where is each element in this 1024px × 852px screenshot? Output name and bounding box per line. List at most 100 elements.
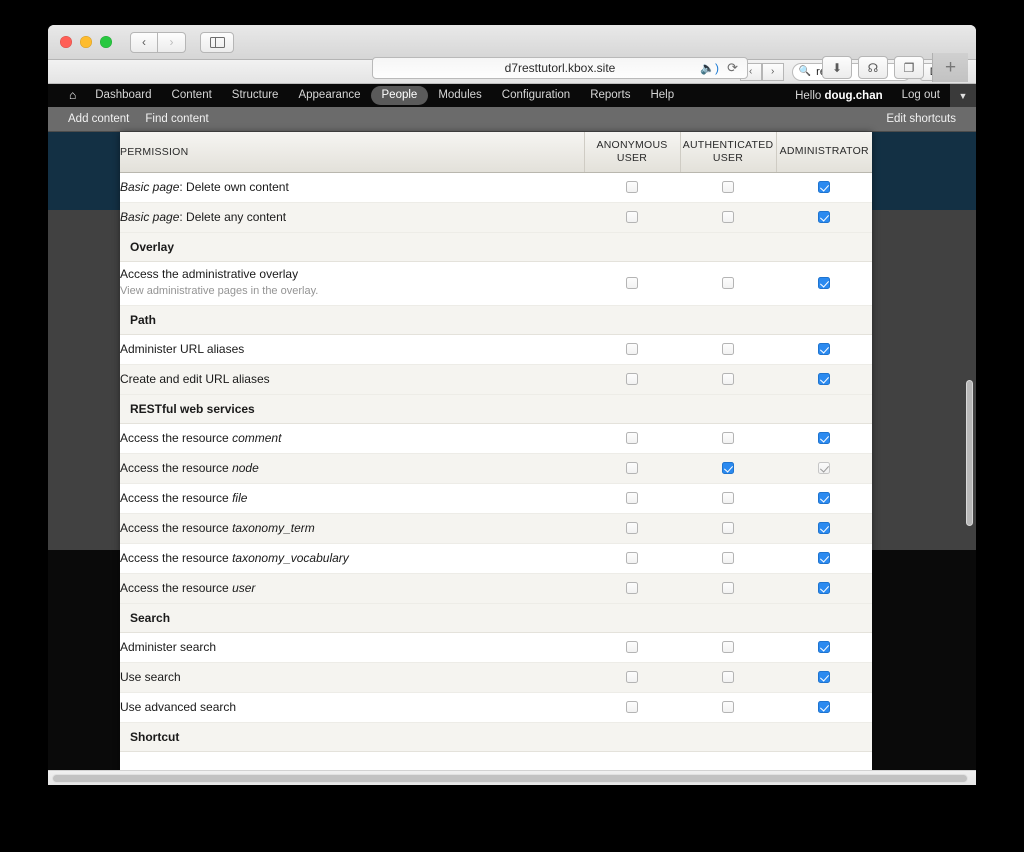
permission-cell-anonymous-user — [584, 692, 680, 723]
permission-checkbox-administrator[interactable] — [818, 372, 830, 385]
permission-checkbox-anonymous-user[interactable] — [626, 342, 638, 355]
permission-checkbox-authenticated-user[interactable] — [722, 700, 734, 713]
reload-icon[interactable]: ⟳ — [727, 60, 738, 76]
permission-section-header: RESTful web services — [120, 393, 872, 424]
permission-checkbox-administrator[interactable] — [818, 521, 830, 534]
toolbar-item-reports[interactable]: Reports — [580, 84, 640, 107]
permission-cell-authenticated-user — [680, 483, 776, 514]
permission-checkbox-administrator[interactable] — [818, 180, 830, 193]
permission-checkbox-anonymous-user[interactable] — [626, 521, 638, 534]
permission-cell-administrator — [776, 453, 872, 484]
find-next-button[interactable]: › — [761, 62, 784, 81]
horizontal-scrollbar-thumb[interactable] — [52, 773, 968, 783]
permission-label-type: Basic page — [120, 179, 180, 194]
permission-checkbox-administrator[interactable] — [818, 276, 830, 289]
permission-checkbox-authenticated-user[interactable] — [722, 670, 734, 683]
permission-checkbox-authenticated-user[interactable] — [722, 180, 734, 193]
permission-checkbox-anonymous-user[interactable] — [626, 210, 638, 223]
permission-checkbox-anonymous-user[interactable] — [626, 491, 638, 504]
permission-checkbox-anonymous-user[interactable] — [626, 431, 638, 444]
logout-link[interactable]: Log out — [892, 84, 950, 107]
header-anonymous-user: ANONYMOUS USER — [583, 132, 680, 173]
tabs-icon[interactable]: ❐ — [894, 56, 924, 79]
permission-checkbox-anonymous-user[interactable] — [626, 640, 638, 653]
permission-checkbox-authenticated-user[interactable] — [722, 640, 734, 653]
toolbar-item-structure[interactable]: Structure — [222, 84, 289, 107]
permission-checkbox-administrator[interactable] — [818, 342, 830, 355]
permission-description: View administrative pages in the overlay… — [120, 285, 319, 297]
permission-checkbox-administrator[interactable] — [818, 700, 830, 713]
toolbar-item-configuration[interactable]: Configuration — [492, 84, 580, 107]
permission-checkbox-administrator[interactable] — [818, 210, 830, 223]
permission-checkbox-authenticated-user[interactable] — [722, 551, 734, 564]
permission-cell-administrator — [776, 543, 872, 574]
permission-cell-administrator — [776, 483, 872, 514]
forward-button[interactable]: › — [158, 31, 186, 53]
permission-label: Access the resource node — [120, 453, 584, 484]
back-button[interactable]: ‹ — [130, 31, 158, 53]
toolbar-item-appearance[interactable]: Appearance — [288, 84, 370, 107]
sidebar-icon — [209, 36, 225, 48]
table-row: Access the resource file — [120, 483, 872, 514]
download-icon[interactable]: ⬇ — [822, 56, 852, 79]
permission-checkbox-administrator[interactable] — [818, 551, 830, 564]
permission-checkbox-authenticated-user[interactable] — [722, 210, 734, 223]
toolbar-item-modules[interactable]: Modules — [428, 84, 491, 107]
permission-checkbox-authenticated-user[interactable] — [722, 431, 734, 444]
permission-checkbox-authenticated-user[interactable] — [722, 491, 734, 504]
permission-checkbox-administrator[interactable] — [818, 581, 830, 594]
permission-label: Access the resource comment — [120, 423, 584, 454]
drupal-admin-toolbar: ⌂ Dashboard Content Structure Appearance… — [48, 84, 976, 107]
shortcuts-bar: Add content Find content Edit shortcuts — [48, 107, 976, 132]
permission-cell-authenticated-user — [680, 261, 776, 306]
toolbar-item-people[interactable]: People — [370, 86, 429, 105]
share-icon[interactable]: ☊ — [858, 56, 888, 79]
permission-checkbox-anonymous-user[interactable] — [626, 180, 638, 193]
vertical-scrollbar[interactable] — [966, 380, 973, 526]
edit-shortcuts-link[interactable]: Edit shortcuts — [878, 113, 964, 125]
address-bar[interactable]: d7resttutorl.kbox.site 🔈) ⟳ — [372, 57, 748, 79]
permission-checkbox-administrator[interactable] — [818, 491, 830, 504]
toolbar-item-help[interactable]: Help — [640, 84, 684, 107]
permission-checkbox-administrator[interactable] — [818, 431, 830, 444]
permission-checkbox-authenticated-user[interactable] — [722, 581, 734, 594]
permission-checkbox-authenticated-user[interactable] — [722, 521, 734, 534]
table-row: Basic page: Delete own content — [120, 172, 872, 203]
permission-checkbox-authenticated-user[interactable] — [722, 276, 734, 289]
permission-checkbox-authenticated-user[interactable] — [722, 342, 734, 355]
permission-label: Use advanced search — [120, 692, 584, 723]
close-window-button[interactable] — [60, 36, 72, 48]
permission-checkbox-authenticated-user[interactable] — [722, 372, 734, 385]
maximize-window-button[interactable] — [100, 36, 112, 48]
shortcut-find-content[interactable]: Find content — [137, 113, 216, 125]
permission-checkbox-anonymous-user[interactable] — [626, 700, 638, 713]
new-tab-button[interactable]: + — [932, 53, 968, 82]
page-viewport: ⌂ Dashboard Content Structure Appearance… — [48, 84, 976, 784]
permission-cell-authenticated-user — [680, 662, 776, 693]
horizontal-scrollbar[interactable] — [48, 770, 976, 785]
chevron-down-icon[interactable]: ▼ — [950, 84, 976, 107]
toolbar-item-content[interactable]: Content — [162, 84, 222, 107]
permission-checkbox-anonymous-user[interactable] — [626, 276, 638, 289]
section-label: Shortcut — [120, 721, 872, 752]
table-row: Access the resource taxonomy_vocabulary — [120, 543, 872, 574]
permission-checkbox-administrator[interactable] — [818, 670, 830, 683]
permission-checkbox-anonymous-user[interactable] — [626, 581, 638, 594]
home-icon[interactable]: ⌂ — [60, 84, 85, 107]
permission-label: Use search — [120, 662, 584, 693]
shortcut-add-content[interactable]: Add content — [60, 113, 137, 125]
permission-cell-administrator — [776, 632, 872, 663]
minimize-window-button[interactable] — [80, 36, 92, 48]
permissions-table: PERMISSION ANONYMOUS USER AUTHENTICATED … — [120, 132, 872, 752]
speaker-icon[interactable]: 🔈) — [700, 61, 719, 75]
permission-checkbox-authenticated-user[interactable] — [722, 461, 734, 474]
browser-toolbar-buttons: ⬇ ☊ ❐ — [822, 56, 924, 79]
permission-checkbox-anonymous-user[interactable] — [626, 372, 638, 385]
permission-checkbox-anonymous-user[interactable] — [626, 461, 638, 474]
permission-checkbox-anonymous-user[interactable] — [626, 670, 638, 683]
toolbar-item-dashboard[interactable]: Dashboard — [85, 84, 161, 107]
sidebar-toggle-button[interactable] — [200, 31, 234, 53]
permission-checkbox-anonymous-user[interactable] — [626, 551, 638, 564]
permission-checkbox-administrator[interactable] — [818, 640, 830, 653]
traffic-lights — [60, 36, 112, 48]
